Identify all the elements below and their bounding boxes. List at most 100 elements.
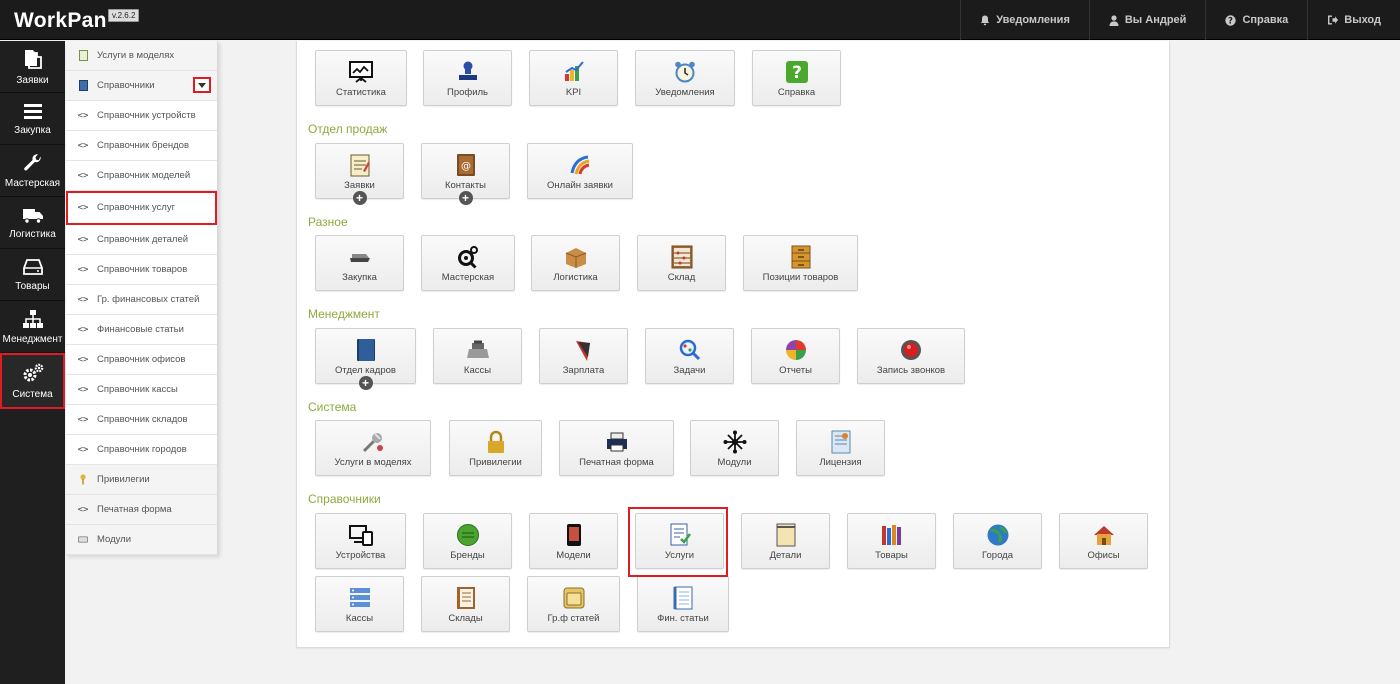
nav-requests[interactable]: Заявки — [0, 41, 65, 93]
submenu-model-directory[interactable]: <> Справочник моделей — [66, 161, 217, 191]
tile-tasks[interactable]: Задачи — [645, 328, 734, 384]
tile-profile[interactable]: Профиль — [423, 50, 512, 106]
tile-services-in-models[interactable]: Услуги в моделях — [315, 420, 431, 476]
tile-fin-items[interactable]: Фин. статьи — [637, 576, 729, 632]
submenu-label: Справочник моделей — [97, 170, 191, 181]
tile-cash-registers[interactable]: Кассы — [315, 576, 404, 632]
submenu-directories[interactable]: Справочники — [66, 71, 217, 101]
tile-workshop[interactable]: Мастерская — [421, 235, 515, 291]
tile-salary[interactable]: Зарплата — [539, 328, 628, 384]
tile-reports[interactable]: Отчеты — [751, 328, 840, 384]
hdd-icon — [22, 258, 43, 275]
nav-logistics[interactable]: Логистика — [0, 197, 65, 249]
section-title-sales: Отдел продаж — [308, 122, 388, 136]
book-icon — [78, 50, 88, 61]
submenu-offices-directory[interactable]: <> Справочник офисов — [66, 345, 217, 375]
submenu-parts-directory[interactable]: <> Справочник деталей — [66, 225, 217, 255]
nav-system[interactable]: Система — [0, 353, 65, 409]
tile-license[interactable]: Лицензия — [796, 420, 885, 476]
tile-devices[interactable]: Устройства — [315, 513, 406, 569]
logout-link[interactable]: Выход — [1307, 0, 1400, 40]
tile-goods[interactable]: Товары — [847, 513, 936, 569]
submenu-cities-directory[interactable]: <> Справочник городов — [66, 435, 217, 465]
code-icon: <> — [77, 140, 89, 151]
tile-cities[interactable]: Города — [953, 513, 1042, 569]
help-link[interactable]: ? Справка — [1205, 0, 1307, 40]
tile-cash[interactable]: Кассы — [433, 328, 522, 384]
system-submenu: Услуги в моделях Справочники <> Справочни… — [66, 41, 218, 555]
submenu-services-in-models[interactable]: Услуги в моделях — [66, 41, 217, 71]
tile-warehouses[interactable]: Склады — [421, 576, 510, 632]
submenu-services-directory[interactable]: <> Справочник услуг — [66, 191, 217, 225]
book-blue-icon — [78, 80, 88, 91]
nav-workshop[interactable]: Мастерская — [0, 145, 65, 197]
tile-label: Склад — [667, 272, 696, 283]
tile-warehouse[interactable]: Склад — [637, 235, 726, 291]
submenu-label: Справочник брендов — [97, 140, 190, 151]
add-icon[interactable]: + — [358, 376, 373, 390]
tile-label: Офисы — [1087, 550, 1120, 561]
tile-online-requests[interactable]: Онлайн заявки — [527, 143, 633, 199]
submenu-device-directory[interactable]: <> Справочник устройств — [66, 101, 217, 131]
tile-goods-positions[interactable]: Позиции товаров — [743, 235, 858, 291]
tile-label: Услуги в моделях — [334, 457, 412, 468]
code-icon: <> — [77, 444, 89, 455]
tile-requests[interactable]: Заявки + — [315, 143, 404, 205]
submenu-goods-directory[interactable]: <> Справочник товаров — [66, 255, 217, 285]
tile-notifications[interactable]: Уведомления — [635, 50, 735, 106]
submenu-fin-groups[interactable]: <> Гр. финансовых статей — [66, 285, 217, 315]
submenu-print-form[interactable]: <> Печатная форма — [66, 495, 217, 525]
submenu-cash-directory[interactable]: <> Справочник кассы — [66, 375, 217, 405]
cash-register-icon — [465, 337, 491, 363]
tile-print-form[interactable]: Печатная форма — [559, 420, 674, 476]
tile-contacts[interactable]: @ Контакты + — [421, 143, 510, 205]
logout-label: Выход — [1344, 14, 1381, 26]
tile-fin-groups[interactable]: Гр.ф статей — [527, 576, 620, 632]
app-logo[interactable]: WorkPan — [14, 9, 107, 33]
details-icon — [773, 522, 799, 548]
submenu-label: Услуги в моделях — [97, 50, 175, 61]
phone-icon — [561, 522, 587, 548]
user-link[interactable]: Вы Андрей — [1088, 0, 1206, 40]
nav-goods[interactable]: Товары — [0, 249, 65, 301]
submenu-fin-items[interactable]: <> Финансовые статьи — [66, 315, 217, 345]
notifications-link[interactable]: Уведомления — [960, 0, 1089, 40]
tile-purchase[interactable]: Закупка — [315, 235, 404, 291]
add-icon[interactable]: + — [458, 191, 473, 205]
section-title-misc: Разное — [308, 215, 348, 229]
tile-hr[interactable]: Отдел кадров + — [315, 328, 416, 390]
tile-label: Отдел кадров — [335, 365, 396, 376]
tile-offices[interactable]: Офисы — [1059, 513, 1148, 569]
logout-icon — [1328, 15, 1339, 25]
tile-help[interactable]: ? Справка — [752, 50, 841, 106]
notifications-label: Уведомления — [996, 14, 1070, 26]
chevron-down-icon[interactable] — [193, 77, 211, 93]
tile-details[interactable]: Детали — [741, 513, 830, 569]
abacus-icon — [669, 244, 695, 270]
sitemap-icon — [22, 309, 43, 328]
tile-label: Мастерская — [441, 272, 495, 283]
tile-brands[interactable]: Бренды — [423, 513, 512, 569]
submenu-modules[interactable]: Модули — [66, 525, 217, 555]
tile-privileges[interactable]: Привилегии — [449, 420, 542, 476]
tile-label: Статистика — [336, 87, 386, 98]
tile-statistics[interactable]: Статистика — [315, 50, 407, 106]
submenu-warehouses-directory[interactable]: <> Справочник складов — [66, 405, 217, 435]
tile-kpi[interactable]: KPI — [529, 50, 618, 106]
wrench-icon — [23, 153, 41, 170]
submenu-privileges[interactable]: Привилегии — [66, 465, 217, 495]
nav-purchase[interactable]: Закупка — [0, 93, 65, 145]
submenu-brand-directory[interactable]: <> Справочник брендов — [66, 131, 217, 161]
tile-call-records[interactable]: Запись звонков — [857, 328, 965, 384]
help-icon: ? — [784, 59, 810, 85]
code-icon: <> — [77, 384, 89, 395]
tile-models[interactable]: Модели — [529, 513, 618, 569]
tile-modules[interactable]: Модули — [690, 420, 779, 476]
add-icon[interactable]: + — [352, 191, 367, 205]
tile-services[interactable]: Услуги — [635, 513, 724, 569]
tile-logistics[interactable]: Логистика — [531, 235, 620, 291]
chart-board-icon — [348, 59, 374, 85]
stamp-icon — [455, 59, 481, 85]
tile-label: Задачи — [673, 365, 706, 376]
nav-management[interactable]: Менеджмент — [0, 301, 65, 353]
